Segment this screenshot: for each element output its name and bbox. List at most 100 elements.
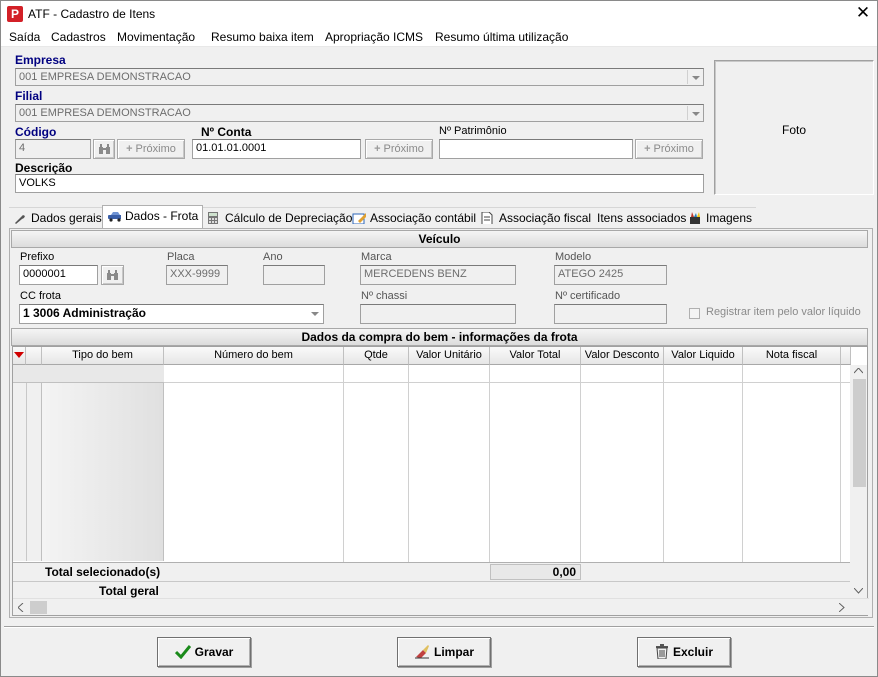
checkmark-icon (174, 645, 191, 660)
chevron-down-icon[interactable] (687, 70, 702, 84)
scroll-thumb[interactable] (853, 379, 866, 487)
table-row[interactable] (13, 365, 164, 383)
patrimonio-label: Nº Patrimônio (439, 125, 507, 137)
grid-vertical-scrollbar[interactable] (850, 365, 867, 603)
tipo-bem-shaded-area (42, 383, 164, 561)
binoculars-button[interactable] (93, 139, 115, 159)
certificado-input[interactable] (554, 304, 667, 324)
proximo-label: Próximo (135, 143, 176, 155)
col-valor-unitario[interactable]: Valor Unitário (409, 347, 490, 365)
conta-value: 01.01.01.0001 (196, 142, 267, 154)
document-icon (481, 212, 493, 224)
tab-associacao-contabil[interactable]: Associação contábil (348, 207, 481, 229)
grid-horizontal-scrollbar[interactable] (13, 598, 869, 615)
gravar-button[interactable]: Gravar (157, 637, 251, 667)
col-qtde[interactable]: Qtde (344, 347, 409, 365)
limpar-label: Limpar (433, 645, 474, 659)
edit-icon (352, 213, 366, 224)
binoculars-icon (99, 144, 110, 154)
menu-cadastros[interactable]: Cadastros (51, 30, 106, 44)
placa-value: XXX-9999 (170, 268, 221, 280)
menu-saida[interactable]: Saída (9, 30, 40, 44)
tab-label: Dados gerais (31, 211, 102, 225)
col-tipo-bem[interactable]: Tipo do bem (42, 347, 164, 365)
triangle-down-icon (14, 352, 24, 358)
plus-icon: + (126, 143, 133, 155)
menu-resumo-ultima-utilizacao[interactable]: Resumo última utilização (435, 30, 568, 44)
excluir-label: Excluir (672, 645, 714, 659)
placa-input[interactable]: XXX-9999 (166, 265, 228, 285)
proximo-label: Próximo (383, 143, 424, 155)
chevron-up-icon[interactable] (854, 368, 863, 374)
conta-proximo-button[interactable]: + Próximo (365, 139, 433, 159)
tab-itens-associados[interactable]: Itens associados (593, 207, 691, 229)
grid-col-line (344, 365, 409, 577)
descricao-input[interactable]: VOLKS (15, 174, 704, 193)
excluir-button[interactable]: Excluir (637, 637, 731, 667)
tab-imagens[interactable]: Imagens (684, 207, 757, 229)
menu-movimentacao[interactable]: Movimentação (117, 30, 195, 44)
grid-header: Dados da compra do bem - informações da … (11, 328, 868, 346)
tab-associacao-fiscal[interactable]: Associação fiscal (477, 207, 596, 229)
marca-value: MERCEDENS BENZ (364, 268, 467, 280)
veiculo-header: Veículo (11, 230, 868, 248)
registrar-checkbox[interactable] (689, 308, 700, 319)
modelo-input[interactable]: ATEGO 2425 (554, 265, 667, 285)
empresa-combo[interactable]: 001 EMPRESA DEMONSTRACAO (15, 68, 704, 86)
codigo-input[interactable]: 4 (15, 139, 91, 159)
chassi-input[interactable] (360, 304, 516, 324)
chevron-down-icon[interactable] (687, 106, 702, 120)
conta-input[interactable]: 01.01.01.0001 (192, 139, 361, 159)
codigo-proximo-button[interactable]: + Próximo (117, 139, 185, 159)
prefixo-input[interactable]: 0000001 (19, 265, 98, 285)
scroll-thumb[interactable] (30, 601, 47, 614)
descricao-value: VOLKS (19, 177, 56, 189)
col-valor-desconto[interactable]: Valor Desconto (581, 347, 664, 365)
menu-resumo-baixa-item[interactable]: Resumo baixa item (211, 30, 314, 44)
tab-label: Associação contábil (370, 211, 477, 225)
title-bar: P ATF - Cadastro de Itens ✕ (1, 1, 877, 27)
col-valor-total[interactable]: Valor Total (490, 347, 581, 365)
close-button[interactable]: ✕ (849, 2, 877, 26)
grid-col-line (743, 365, 841, 577)
ano-input[interactable] (263, 265, 325, 285)
grid-col-line (664, 365, 743, 577)
marca-input[interactable]: MERCEDENS BENZ (360, 265, 516, 285)
prefixo-search-button[interactable] (101, 265, 124, 285)
conta-label: Nº Conta (201, 125, 252, 139)
filial-combo[interactable]: 001 EMPRESA DEMONSTRACAO (15, 104, 704, 122)
window-title: ATF - Cadastro de Itens (28, 7, 156, 21)
tab-calculo-depreciacao[interactable]: Cálculo de Depreciação (203, 207, 357, 229)
grid-col-line (409, 365, 490, 577)
menu-bar: Saída Cadastros Movimentação Resumo baix… (1, 27, 877, 47)
col-numero-bem[interactable]: Número do bem (164, 347, 344, 365)
patrimonio-input[interactable] (439, 139, 633, 159)
chevron-right-icon[interactable] (839, 603, 845, 612)
foto-panel[interactable]: Foto (714, 60, 874, 195)
paint-icon (690, 212, 700, 224)
limpar-button[interactable]: Limpar (397, 637, 491, 667)
filial-value: 001 EMPRESA DEMONSTRACAO (19, 107, 191, 119)
col-nota-fiscal[interactable]: Nota fiscal (743, 347, 841, 365)
tab-dados-gerais[interactable]: Dados gerais (9, 207, 106, 229)
compra-grid[interactable]: Tipo do bem Número do bem Qtde Valor Uni… (12, 346, 869, 616)
calculator-icon (208, 212, 218, 224)
total-selecionado-value: 0,00 (490, 564, 581, 580)
grid-col-line (581, 365, 664, 577)
codigo-label: Código (15, 125, 57, 139)
menu-apropriacao-icms[interactable]: Apropriação ICMS (325, 30, 423, 44)
col-valor-liquido[interactable]: Valor Liquido (664, 347, 743, 365)
ccfrota-label: CC frota (20, 290, 61, 302)
tab-label: Imagens (706, 211, 753, 225)
chevron-down-icon[interactable] (854, 588, 863, 594)
ccfrota-value: 1 3006 Administração (23, 306, 146, 320)
tab-dados-frota[interactable]: Dados - Frota (102, 205, 204, 229)
grid-col-line (490, 365, 581, 577)
ccfrota-combo[interactable]: 1 3006 Administração (19, 304, 324, 324)
app-icon: P (7, 6, 23, 22)
chevron-left-icon[interactable] (18, 603, 24, 612)
modelo-label: Modelo (555, 251, 592, 263)
patrimonio-proximo-button[interactable]: + Próximo (635, 139, 703, 159)
chevron-down-icon[interactable] (307, 306, 322, 322)
plus-icon: + (374, 143, 381, 155)
